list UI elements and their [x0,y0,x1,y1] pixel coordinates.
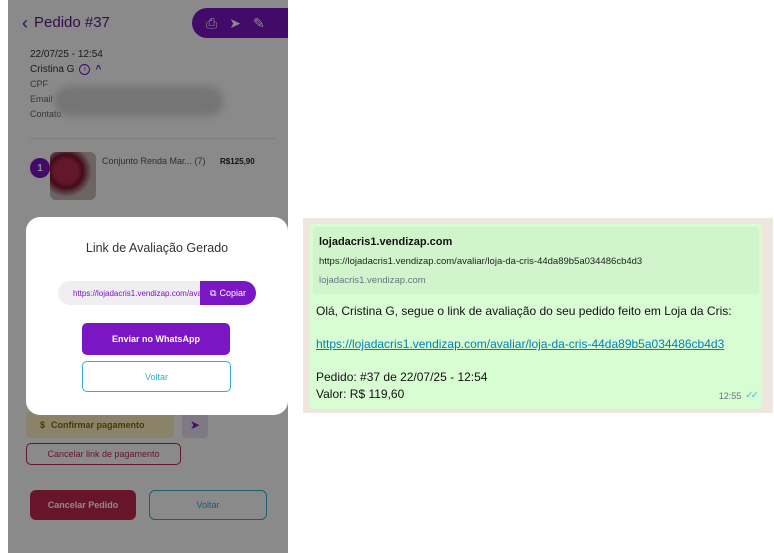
copy-label: Copiar [219,288,246,298]
message-link[interactable]: https://lojadacris1.vendizap.com/avaliar… [316,337,724,351]
modal-title: Link de Avaliação Gerado [85,241,229,255]
preview-url: https://lojadacris1.vendizap.com/avaliar… [319,256,643,267]
copy-icon: ⧉ [210,287,217,298]
time-label: 12:55 [718,390,742,401]
message-bubble: lojadacris1.vendizap.com https://lojadac… [310,224,762,409]
send-whatsapp-button[interactable]: Enviar no WhatsApp [82,323,230,355]
value-line: Valor: R$ 119,60 [316,387,405,401]
link-preview[interactable]: lojadacris1.vendizap.com https://lojadac… [313,227,759,294]
copy-button[interactable]: ⧉ Copiar [200,281,256,305]
whatsapp-chat: lojadacris1.vendizap.com https://lojadac… [303,218,773,413]
preview-domain: lojadacris1.vendizap.com [319,275,426,286]
message-time: 12:55 ✓✓ [718,390,759,401]
review-link-modal: Link de Avaliação Gerado ⧉ Copiar Enviar… [26,217,288,415]
order-screen: ‹ Pedido #37 ⎙ ➤ ✎ 22/07/25 - 12:54 Cris… [8,0,288,553]
double-check-icon: ✓✓ [745,390,759,401]
review-link-input[interactable] [58,281,200,305]
order-line: Pedido: #37 de 22/07/25 - 12:54 [316,370,488,384]
modal-back-button[interactable]: Voltar [82,361,231,392]
preview-title: lojadacris1.vendizap.com [319,236,453,248]
link-row: ⧉ Copiar [58,281,256,305]
message-text: Olá, Cristina G, segue o link de avaliaç… [316,304,732,318]
